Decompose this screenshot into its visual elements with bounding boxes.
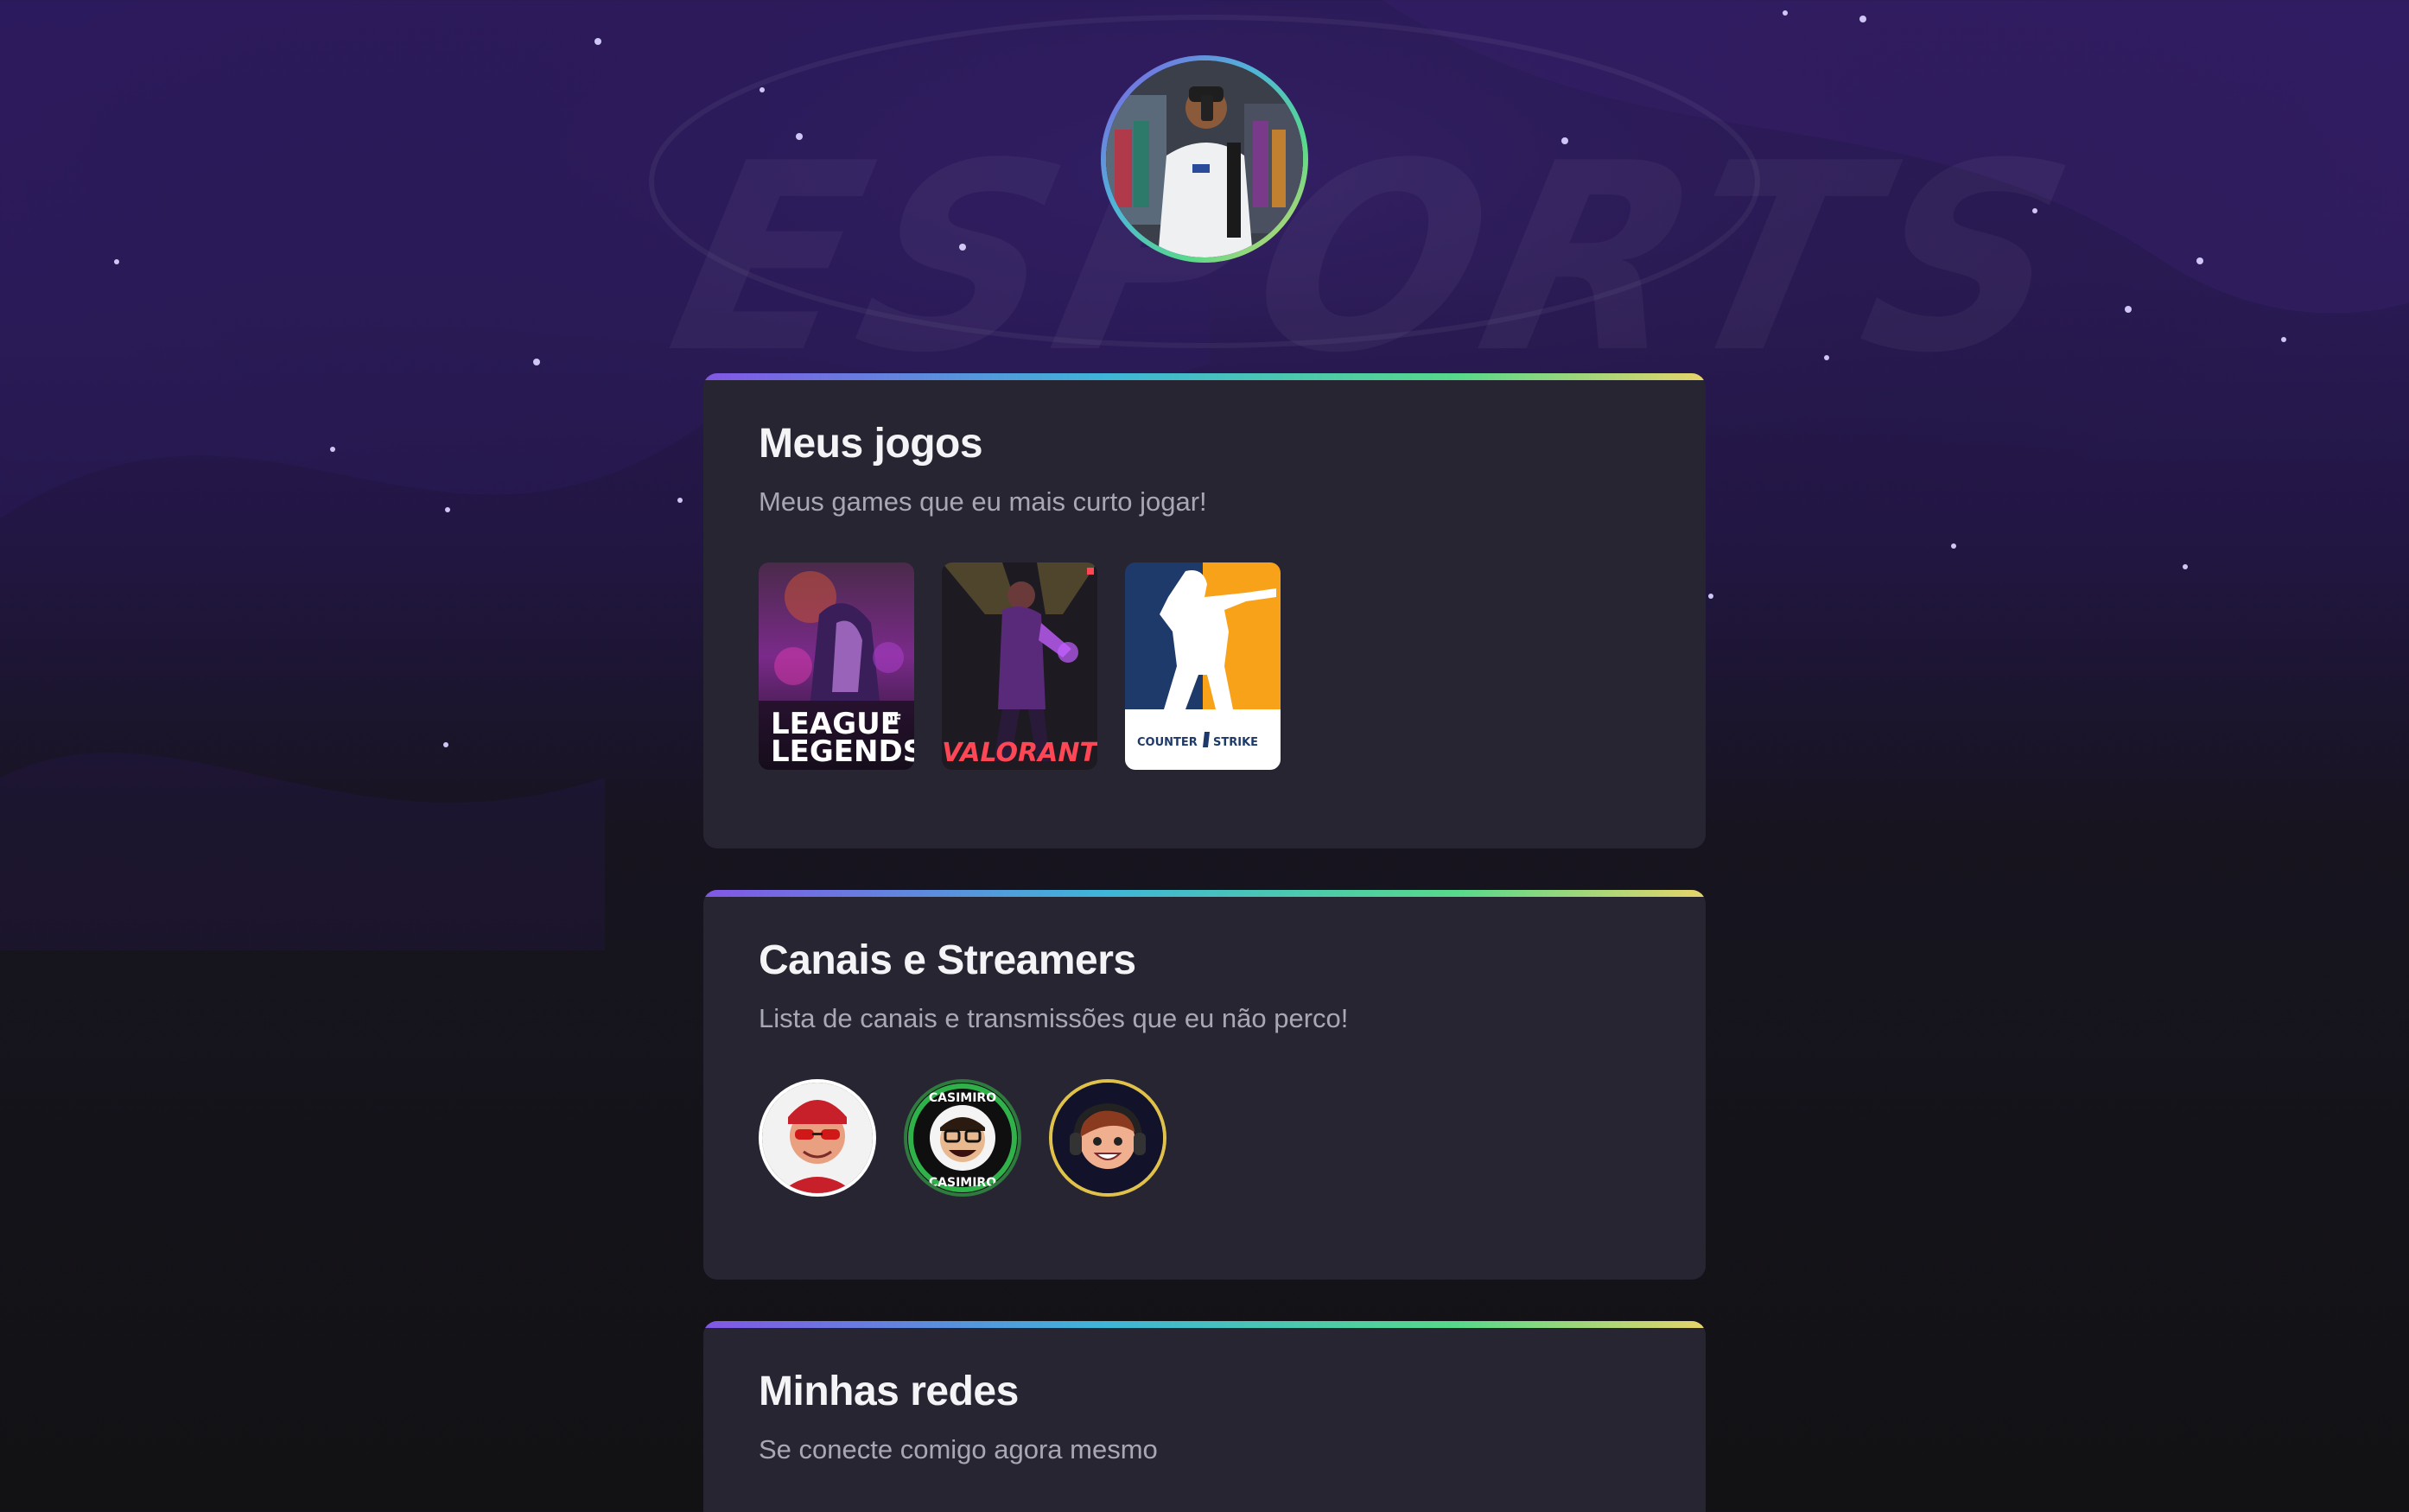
channel-avatar-1-image (762, 1083, 873, 1193)
counter-strike-cover: COUNTER STRIKE (1125, 562, 1281, 770)
league-of-legends-cover: LEAGUE OF LEGENDS (759, 562, 914, 770)
profile-avatar[interactable] (1101, 55, 1308, 263)
social-card-title: Minhas redes (759, 1369, 1019, 1414)
channel-avatar-3-image (1052, 1083, 1163, 1193)
games-list: LEAGUE OF LEGENDS VALORANT COUNTER STRIK… (759, 562, 1650, 770)
profile-photo (1106, 60, 1303, 257)
esports-watermark: ESPORTS (651, 108, 2101, 410)
channel-avatar-casimiro[interactable]: CASIMIRO CASIMIRO (904, 1079, 1021, 1197)
games-card-subtitle: Meus games que eu mais curto jogar! (759, 486, 1207, 517)
game-league-of-legends[interactable]: LEAGUE OF LEGENDS (759, 562, 914, 770)
casimiro-badge-top: CASIMIRO (929, 1091, 996, 1105)
cs-logo-right: STRIKE (1213, 736, 1258, 749)
channels-card-subtitle: Lista de canais e transmissões que eu nã… (759, 1003, 1349, 1033)
valorant-cover: VALORANT (942, 562, 1097, 770)
social-card-subtitle: Se conecte comigo agora mesmo (759, 1434, 1158, 1464)
games-card-title: Meus jogos (759, 421, 983, 467)
lol-logo-line2: LEGENDS (771, 734, 914, 769)
lol-logo-of: OF (883, 713, 901, 727)
casimiro-badge: CASIMIRO CASIMIRO (907, 1083, 1018, 1193)
cs-logo-left: COUNTER (1137, 736, 1198, 749)
games-card: Meus jogos Meus games que eu mais curto … (703, 373, 1706, 848)
casimiro-badge-bottom: CASIMIRO (929, 1176, 996, 1190)
channels-card: Canais e Streamers Lista de canais e tra… (703, 890, 1706, 1280)
social-card: Minhas redes Se conecte comigo agora mes… (703, 1321, 1706, 1512)
channel-avatar-1[interactable] (759, 1079, 876, 1197)
channel-avatar-3[interactable] (1049, 1079, 1166, 1197)
channels-list: CASIMIRO CASIMIRO (759, 1079, 1650, 1197)
game-valorant[interactable]: VALORANT (942, 562, 1097, 770)
channels-card-title: Canais e Streamers (759, 937, 1136, 983)
game-counter-strike[interactable]: COUNTER STRIKE (1125, 562, 1281, 770)
valorant-logo: VALORANT (942, 738, 1097, 768)
profile-photo-illustration (1106, 60, 1303, 257)
